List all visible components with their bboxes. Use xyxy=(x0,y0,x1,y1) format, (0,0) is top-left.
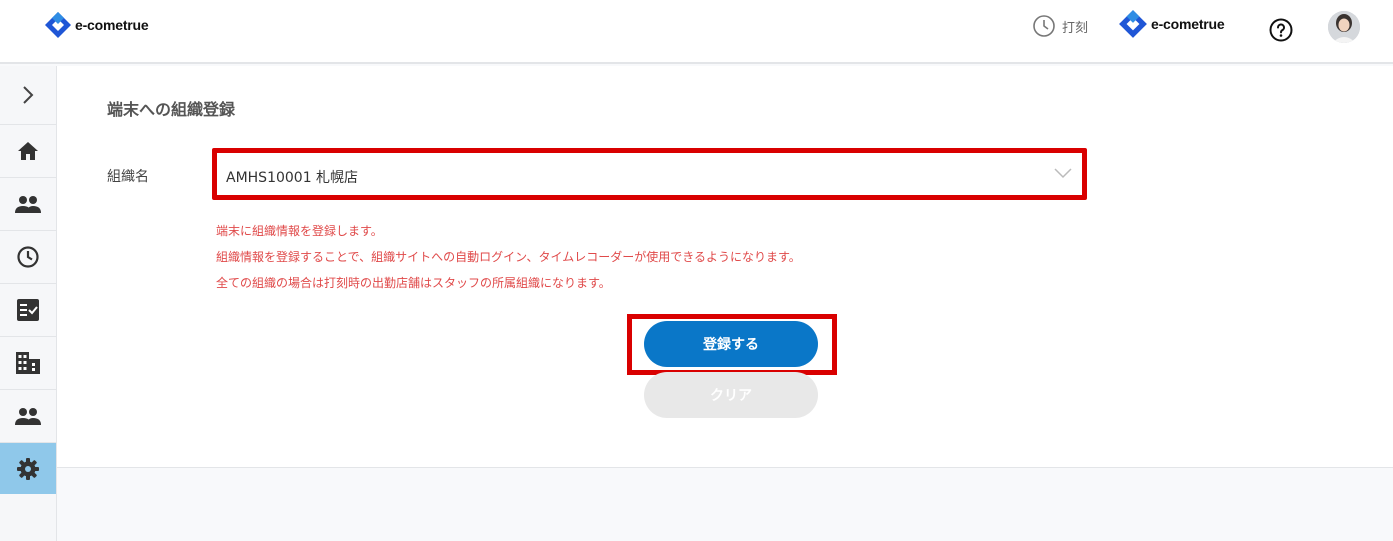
sidebar-item-staff[interactable] xyxy=(0,177,56,229)
note-line: 端末に組織情報を登録します。 xyxy=(216,224,383,238)
clear-button[interactable]: クリア xyxy=(644,372,818,418)
brand-mark-icon xyxy=(1119,10,1147,38)
page-title: 端末への組織登録 xyxy=(107,100,236,119)
center-brand-logo: e-cometrue xyxy=(1118,9,1225,39)
gear-icon xyxy=(17,457,39,480)
home-icon xyxy=(18,141,38,160)
sidebar-item-attendance[interactable] xyxy=(0,230,56,282)
register-button[interactable]: 登録する xyxy=(644,321,818,367)
sidebar-item-organization[interactable] xyxy=(0,336,56,388)
checklist-icon xyxy=(17,298,39,321)
org-select-value: AMHS10001 札幌店 xyxy=(226,170,359,186)
note-line: 全ての組織の場合は打刻時の出勤店舗はスタッフの所属組織になります。 xyxy=(216,276,611,290)
avatar-image xyxy=(1328,11,1360,43)
people-icon xyxy=(15,407,41,425)
sidebar-item-tasks[interactable] xyxy=(0,283,56,335)
brand-logo[interactable]: e-cometrue xyxy=(44,11,149,39)
main-content: 端末への組織登録 組織名 AMHS10001 札幌店 端末に組織情報を登録します… xyxy=(57,66,1393,468)
building-icon xyxy=(16,351,40,374)
chevron-down-icon xyxy=(1054,168,1072,179)
brand-name: e-cometrue xyxy=(75,17,149,33)
org-notes: 端末に組織情報を登録します。 組織情報を登録することで、組織サイトへの自動ログイ… xyxy=(216,218,801,296)
chevron-right-icon xyxy=(23,86,34,104)
user-avatar[interactable] xyxy=(1328,11,1360,43)
clock-icon xyxy=(1033,15,1055,37)
sidebar xyxy=(0,66,57,541)
center-brand-name: e-cometrue xyxy=(1151,16,1225,32)
clock-icon xyxy=(17,245,39,268)
people-icon xyxy=(15,195,41,213)
sidebar-item-home[interactable] xyxy=(0,124,56,176)
brand-mark-icon xyxy=(45,12,71,38)
sidebar-toggle-button[interactable] xyxy=(0,66,56,124)
top-header: e-cometrue 打刻 e-cometrue xyxy=(0,0,1393,64)
punch-label: 打刻 xyxy=(1062,20,1089,36)
note-line: 組織情報を登録することで、組織サイトへの自動ログイン、タイムレコーダーが使用でき… xyxy=(216,250,801,264)
help-icon[interactable] xyxy=(1269,18,1293,42)
org-select[interactable]: AMHS10001 札幌店 xyxy=(212,148,1087,200)
punch-link[interactable]: 打刻 xyxy=(1032,14,1088,38)
sidebar-item-users[interactable] xyxy=(0,389,56,441)
org-name-label: 組織名 xyxy=(107,169,149,185)
sidebar-item-settings[interactable] xyxy=(0,442,56,494)
